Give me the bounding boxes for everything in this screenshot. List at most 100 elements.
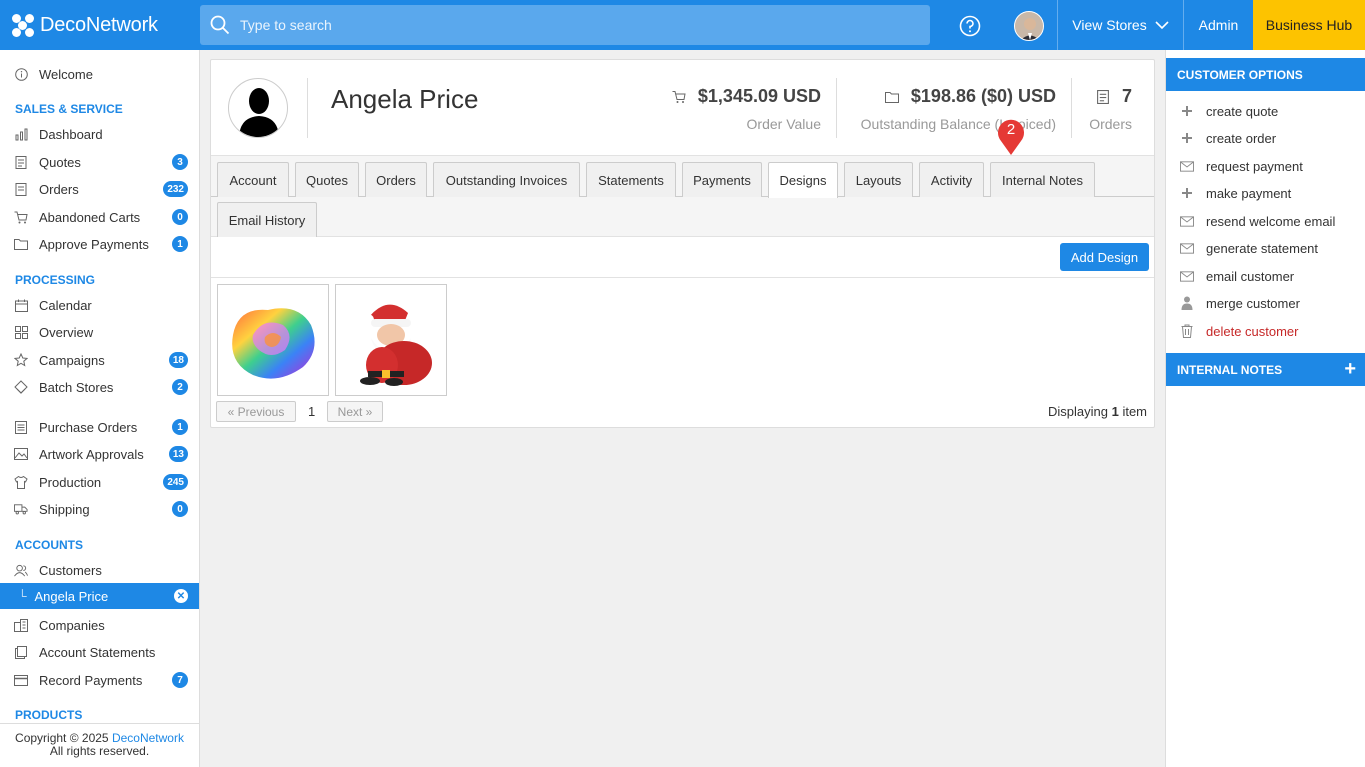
sidebar-item-welcome[interactable]: Welcome [0,61,199,87]
add-design-button[interactable]: Add Design [1060,243,1149,271]
option-label: delete customer [1206,323,1299,339]
divider [307,78,308,138]
sidebar-item-label: Customers [39,562,102,578]
current-page[interactable]: 1 [308,404,315,419]
design-thumbnail-santa[interactable] [335,284,447,396]
building-icon [14,618,28,632]
sidebar-item-orders[interactable]: Orders 232 [0,176,199,202]
view-stores-menu[interactable]: View Stores [1057,0,1183,50]
trash-icon [1180,324,1194,338]
email-customer-option[interactable]: email customer [1166,263,1365,289]
order-value: $1,345.09 USD [697,86,821,106]
logo[interactable]: DecoNetwork [0,0,200,50]
production-count-badge: 245 [163,474,188,490]
statement-icon [14,645,28,659]
sidebar-item-batch-stores[interactable]: Batch Stores 2 [0,374,199,400]
business-hub-button[interactable]: Business Hub [1253,0,1365,50]
orders-label: Orders [1089,116,1132,132]
option-label: resend welcome email [1206,213,1336,229]
sidebar-item-overview[interactable]: Overview [0,319,199,345]
approve-count-badge: 1 [172,236,188,252]
sidebar-item-label: Dashboard [39,126,103,142]
resend-welcome-email-option[interactable]: resend welcome email [1166,208,1365,234]
option-label: merge customer [1206,295,1300,311]
tab-payments[interactable]: Payments [682,162,762,197]
sidebar-item-companies[interactable]: Companies [0,612,199,638]
customer-panel: Angela Price $1,345.09 USD Order Value $… [210,59,1155,428]
plus-icon [1180,186,1194,200]
view-stores-label: View Stores [1072,17,1147,33]
tab-account[interactable]: Account [217,162,289,197]
info-icon [14,67,28,81]
order-value-label: Order Value [746,116,821,132]
previous-page-button[interactable]: « Previous [216,401,296,422]
shipping-count-badge: 0 [172,501,188,517]
delete-customer-option[interactable]: delete customer [1166,318,1365,344]
outstanding-label: Outstanding Balance (Invoiced) [860,116,1056,132]
document-icon [14,155,28,169]
admin-link[interactable]: Admin [1183,0,1253,50]
search-bar[interactable] [200,5,930,45]
rose-image [232,308,315,379]
tab-layouts[interactable]: Layouts [844,162,913,197]
sidebar-item-label: Approve Payments [39,236,149,252]
internal-notes-title: INTERNAL NOTES [1177,362,1283,377]
sidebar-item-quotes[interactable]: Quotes 3 [0,149,199,175]
tab-designs[interactable]: Designs [768,162,838,198]
make-payment-option[interactable]: make payment [1166,180,1365,206]
sidebar-item-label: Campaigns [39,352,105,368]
tab-internal-notes[interactable]: Internal Notes [990,162,1095,197]
calendar-icon [14,298,28,312]
search-input[interactable] [240,17,840,33]
user-icon [1180,296,1194,310]
orders-stat: 7 Orders [1089,86,1132,132]
sidebar-item-approve-payments[interactable]: Approve Payments 1 [0,231,199,257]
sidebar-item-production[interactable]: Production 245 [0,469,199,495]
sidebar-item-abandoned-carts[interactable]: Abandoned Carts 0 [0,204,199,230]
list-icon [14,420,28,434]
design-thumbnail-rose[interactable] [217,284,329,396]
sidebar-item-label: Overview [39,324,94,340]
option-label: create order [1206,130,1277,146]
tab-statements[interactable]: Statements [586,162,676,197]
help-icon[interactable] [959,15,981,37]
sidebar-item-artwork-approvals[interactable]: Artwork Approvals 13 [0,441,199,467]
tab-bar: Account Quotes Orders Outstanding Invoic… [211,155,1154,237]
request-payment-option[interactable]: request payment [1166,153,1365,179]
envelope-icon [1180,241,1194,255]
create-order-option[interactable]: create order [1166,125,1365,151]
close-icon[interactable]: ✕ [174,589,188,603]
sidebar-item-record-payments[interactable]: Record Payments 7 [0,667,199,693]
option-label: make payment [1206,185,1292,201]
sidebar: Welcome SALES & SERVICE Dashboard Quotes… [0,50,200,767]
deconetwork-link[interactable]: DecoNetwork [112,731,184,745]
add-note-button[interactable]: + [1344,358,1356,381]
tab-activity[interactable]: Activity [919,162,984,197]
tab-quotes[interactable]: Quotes [295,162,359,197]
outstanding-balance: $198.86 ($0) USD [910,86,1056,106]
orders-count: 7 [1121,86,1132,106]
sidebar-item-label: Batch Stores [39,379,114,395]
sidebar-item-label: Quotes [39,154,81,170]
displaying-number: 1 [1111,404,1119,419]
create-quote-option[interactable]: create quote [1166,98,1365,124]
sidebar-item-campaigns[interactable]: Campaigns 18 [0,347,199,373]
sidebar-item-shipping[interactable]: Shipping 0 [0,496,199,522]
option-label: generate statement [1206,240,1319,256]
chevron-down-icon [1155,21,1169,30]
sidebar-item-customers[interactable]: Customers [0,557,199,583]
merge-customer-option[interactable]: merge customer [1166,290,1365,316]
tab-orders[interactable]: Orders [365,162,427,197]
tab-outstanding-invoices[interactable]: Outstanding Invoices [433,162,580,197]
sidebar-item-angela-price[interactable]: └ Angela Price ✕ [0,583,199,609]
sidebar-item-account-statements[interactable]: Account Statements [0,639,199,665]
sidebar-item-dashboard[interactable]: Dashboard [0,121,199,147]
tab-email-history[interactable]: Email History [217,202,317,237]
customer-options-title: CUSTOMER OPTIONS [1177,67,1303,82]
folder-icon [14,237,28,251]
sidebar-item-purchase-orders[interactable]: Purchase Orders 1 [0,414,199,440]
next-page-button[interactable]: Next » [327,401,383,422]
generate-statement-option[interactable]: generate statement [1166,235,1365,261]
user-avatar[interactable] [1014,11,1044,41]
sidebar-item-calendar[interactable]: Calendar [0,292,199,318]
